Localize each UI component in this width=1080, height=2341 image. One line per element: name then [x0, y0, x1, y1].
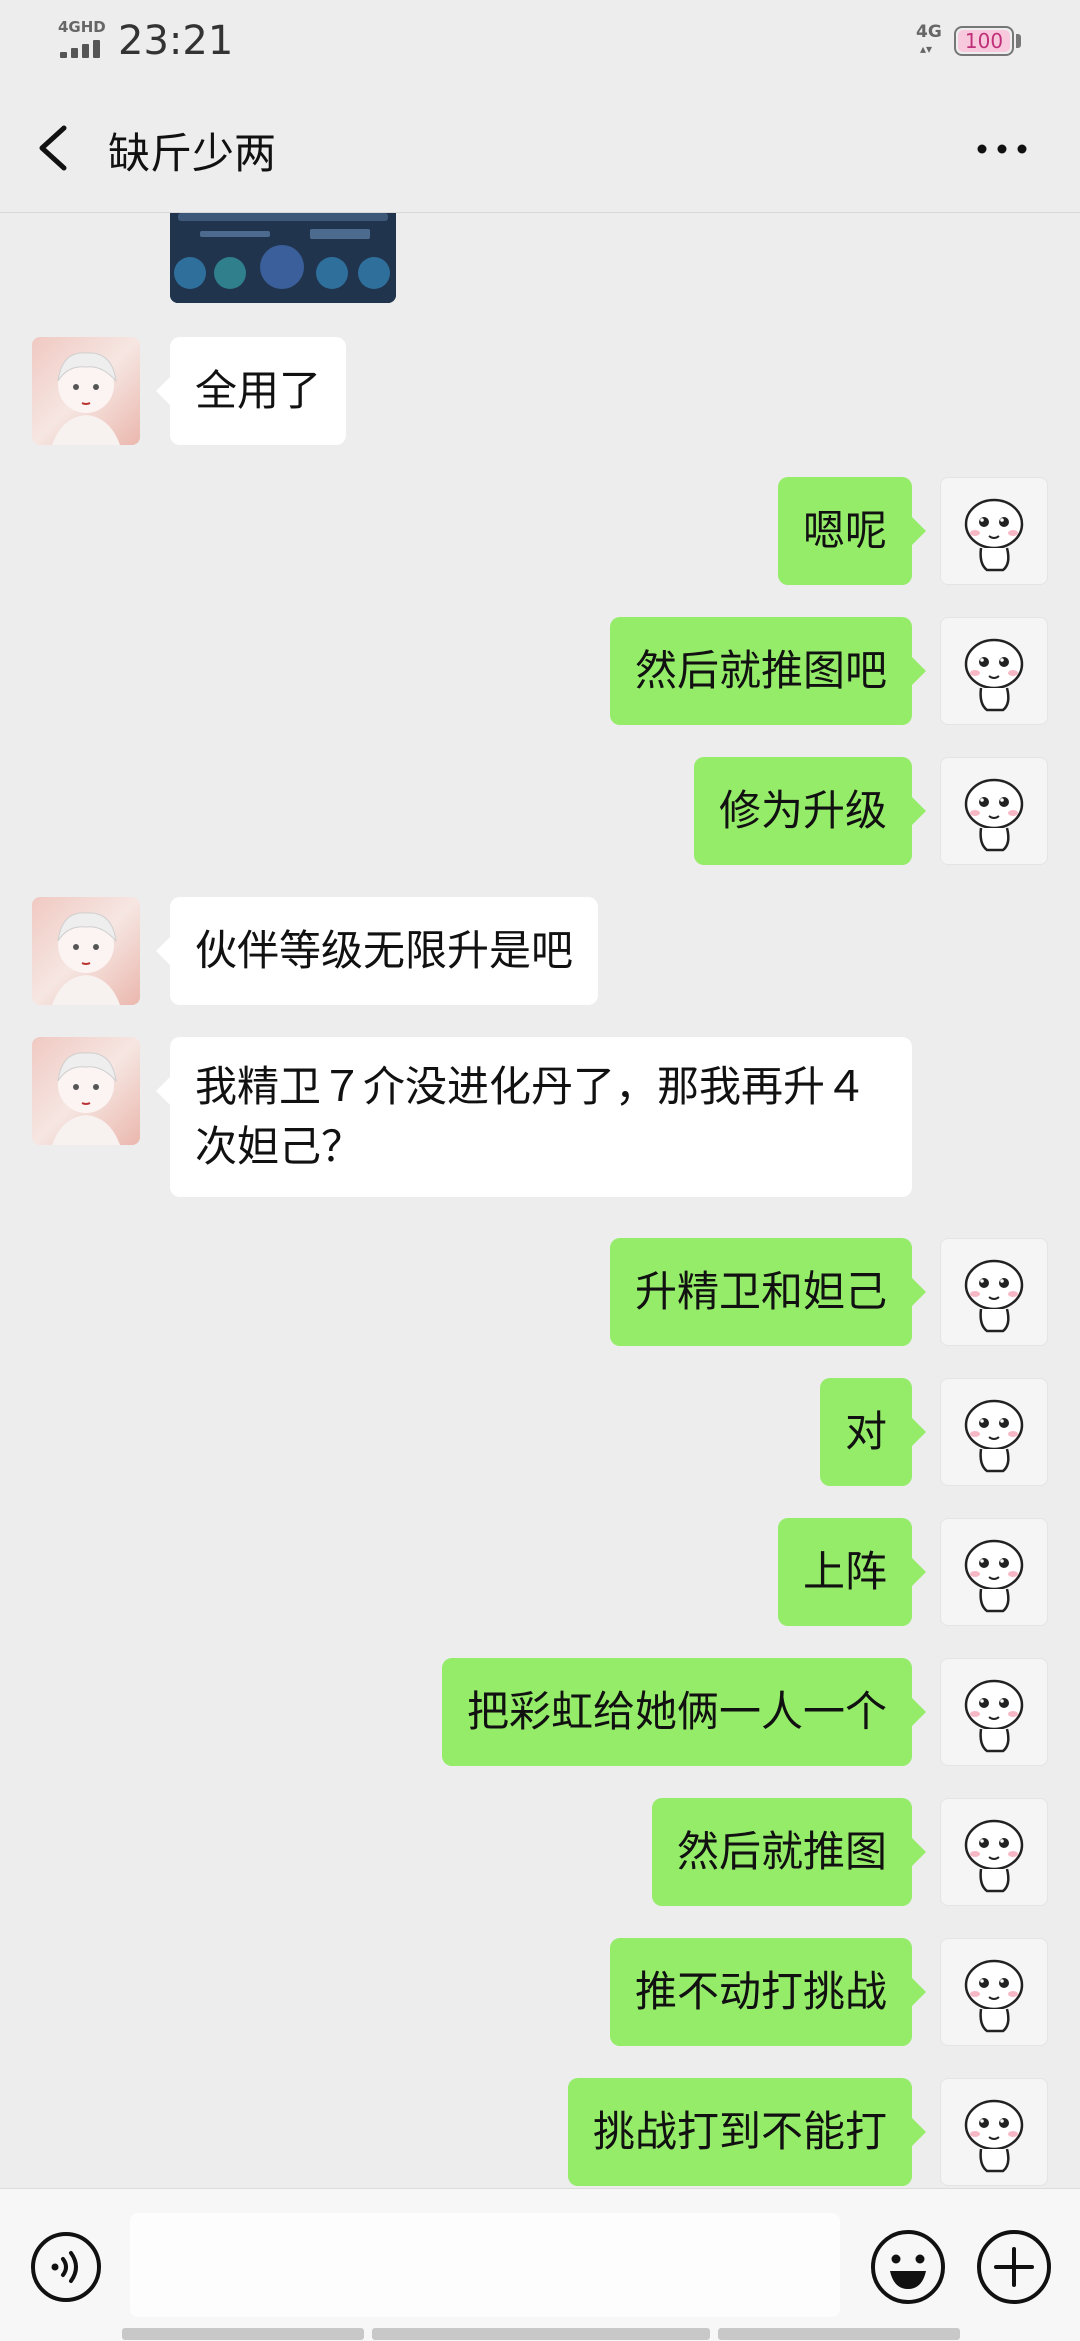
anime-avatar-icon: [52, 352, 120, 445]
voice-icon: [31, 2232, 101, 2302]
emoji-button[interactable]: [868, 2227, 948, 2307]
plus-icon: [977, 2230, 1051, 2304]
message-bubble-outgoing[interactable]: 修为升级: [693, 757, 927, 865]
message-bubble-outgoing[interactable]: 对: [819, 1378, 927, 1486]
cartoon-avatar-icon: [964, 1819, 1024, 1893]
my-avatar[interactable]: [940, 617, 1048, 725]
cartoon-avatar-icon: [964, 1959, 1024, 2033]
peer-avatar[interactable]: [32, 337, 140, 445]
cartoon-avatar-icon: [964, 1539, 1024, 1613]
message-bubble-outgoing[interactable]: 上阵: [777, 1518, 927, 1626]
message-bubble-outgoing[interactable]: 挑战打到不能打: [567, 2078, 927, 2186]
battery-level: 100: [964, 29, 1004, 53]
input-bar: [0, 2188, 1080, 2341]
cartoon-avatar-icon: [964, 498, 1024, 572]
peer-avatar[interactable]: [32, 1037, 140, 1145]
cartoon-avatar-icon: [964, 1259, 1024, 1333]
message-bubble-outgoing[interactable]: 嗯呢: [777, 477, 927, 585]
my-avatar[interactable]: [940, 1658, 1048, 1766]
message-bubble-incoming[interactable]: 全用了: [155, 337, 347, 445]
data-activity-icon: ▴▾: [920, 42, 933, 56]
cartoon-avatar-icon: [964, 778, 1024, 852]
my-avatar[interactable]: [940, 2078, 1048, 2186]
my-avatar[interactable]: [940, 1518, 1048, 1626]
message-bubble-outgoing[interactable]: 推不动打挑战: [609, 1938, 927, 2046]
my-avatar[interactable]: [940, 1798, 1048, 1906]
network-type-right: 4G: [916, 22, 942, 42]
plus-button[interactable]: [974, 2227, 1054, 2307]
peer-avatar[interactable]: [32, 897, 140, 1005]
chevron-left-icon: [39, 125, 67, 171]
message-bubble-outgoing[interactable]: 然后就推图: [651, 1798, 927, 1906]
chat-header: 缺斤少两: [0, 84, 1080, 213]
signal-indicator: 4GHD: [58, 18, 108, 62]
message-bubble-outgoing[interactable]: 把彩虹给她俩一人一个: [441, 1658, 927, 1766]
chat-message-list[interactable]: 全用了 嗯呢 然后就推图吧 修为升级 伙伴等级无限升是吧 我精卫７介没进化丹了，…: [0, 213, 1080, 2188]
message-bubble-incoming[interactable]: 伙伴等级无限升是吧: [155, 897, 599, 1005]
back-button[interactable]: [30, 118, 82, 178]
message-bubble-incoming[interactable]: 我精卫７介没进化丹了，那我再升４次妲己？: [156, 1037, 912, 1197]
more-dots-icon: [977, 144, 1027, 154]
cartoon-avatar-icon: [964, 1399, 1024, 1473]
status-bar: 4GHD 23:21 4G ▴▾ 100: [0, 0, 1080, 84]
signal-bars-icon: [60, 40, 110, 58]
image-message[interactable]: [170, 213, 396, 303]
gesture-bar-segment: [122, 2328, 364, 2340]
network-type: 4GHD: [58, 18, 106, 36]
anime-avatar-icon: [52, 1052, 120, 1145]
gesture-bar-segment: [718, 2328, 960, 2340]
voice-button[interactable]: [28, 2229, 104, 2305]
chat-title: 缺斤少两: [108, 129, 277, 178]
battery-icon: 100: [954, 26, 1014, 56]
emoji-icon: [871, 2230, 945, 2304]
message-input[interactable]: [130, 2213, 840, 2317]
cartoon-avatar-icon: [964, 638, 1024, 712]
battery-tip: [1016, 34, 1021, 48]
cartoon-avatar-icon: [964, 2099, 1024, 2173]
my-avatar[interactable]: [940, 477, 1048, 585]
cartoon-avatar-icon: [964, 1679, 1024, 1753]
my-avatar[interactable]: [940, 1378, 1048, 1486]
message-bubble-outgoing[interactable]: 升精卫和妲己: [609, 1238, 927, 1346]
my-avatar[interactable]: [940, 1238, 1048, 1346]
anime-avatar-icon: [52, 912, 120, 1005]
my-avatar[interactable]: [940, 1938, 1048, 2046]
clock: 23:21: [118, 18, 234, 64]
gesture-bar-segment: [372, 2328, 710, 2340]
my-avatar[interactable]: [940, 757, 1048, 865]
game-screenshot-thumbnail: [170, 213, 396, 303]
more-button[interactable]: [972, 124, 1032, 174]
message-bubble-outgoing[interactable]: 然后就推图吧: [609, 617, 927, 725]
